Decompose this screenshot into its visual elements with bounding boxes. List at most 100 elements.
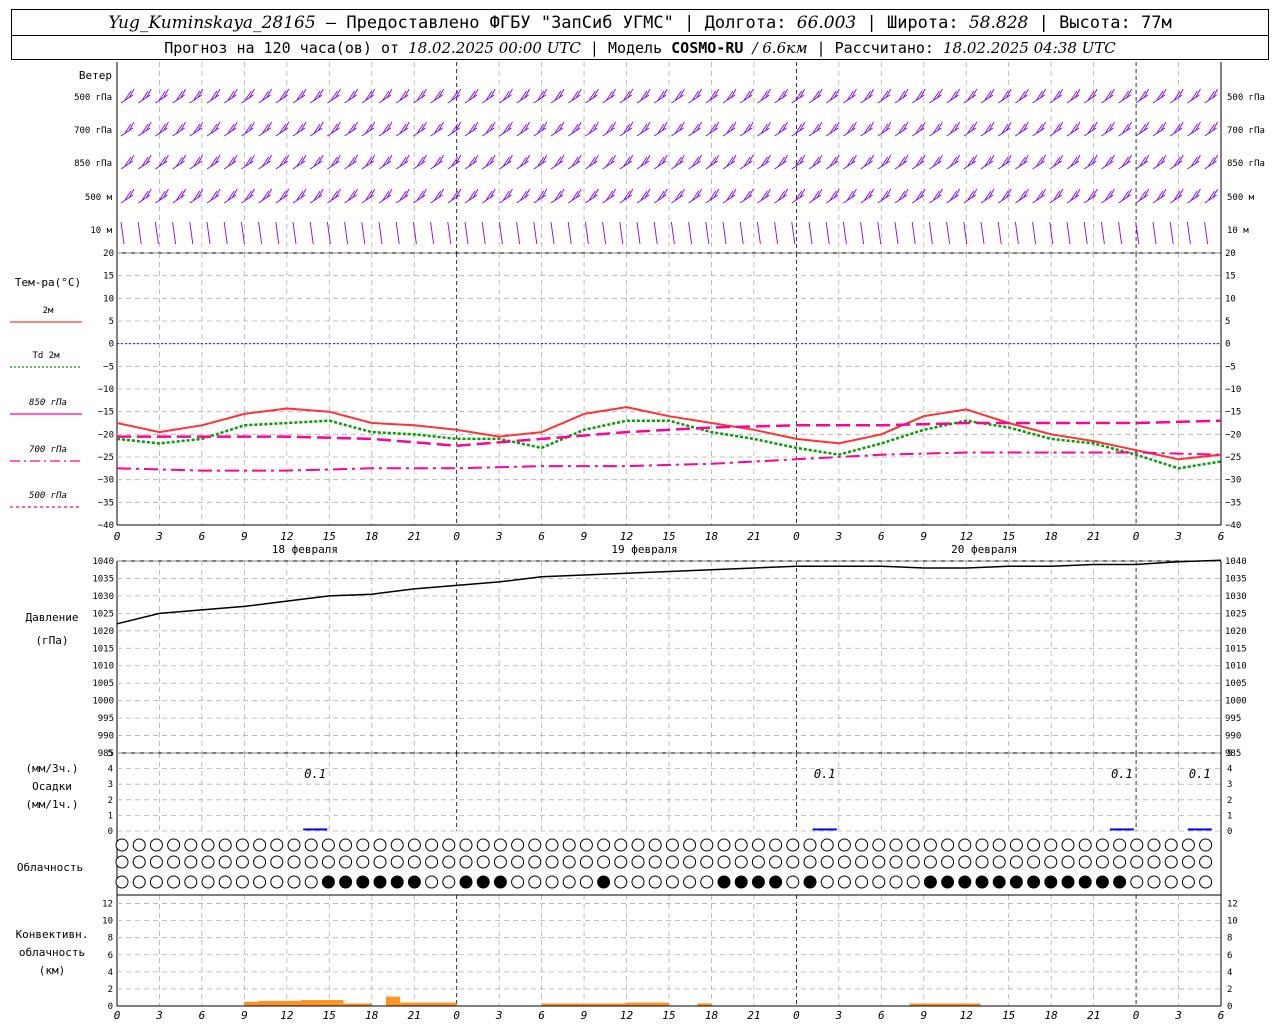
temp-ytick-right: −5 xyxy=(1225,362,1236,372)
wind-barb xyxy=(602,221,607,245)
precip-bar xyxy=(303,828,328,831)
precip-ytick-left: 0 xyxy=(108,827,113,837)
temp-xtick-label: 18 xyxy=(1045,530,1059,543)
cloud-cover-symbol xyxy=(235,875,249,889)
temp-ytick-left: 0 xyxy=(109,340,114,350)
wind-barb xyxy=(1169,221,1174,245)
wind-barb xyxy=(326,221,331,245)
convective-ytick-right: 4 xyxy=(1227,968,1232,978)
temp-ytick-left: −35 xyxy=(98,498,114,508)
cloud-cover-symbol xyxy=(1095,838,1109,852)
cloud-cover-symbol xyxy=(459,855,473,869)
cloud-cover-symbol xyxy=(425,875,439,889)
wind-barb xyxy=(447,221,452,245)
cloud-cover-symbol xyxy=(1061,855,1075,869)
temperature-legend-label: Td 2м xyxy=(32,351,60,361)
cloud-cover-symbol xyxy=(1044,855,1058,869)
cloud-cover-symbol xyxy=(769,875,783,889)
cloud-cover-symbol xyxy=(167,855,181,869)
temp-ytick-left: −20 xyxy=(98,430,114,440)
cloud-cover-symbol xyxy=(631,838,645,852)
cloud-cover-symbol xyxy=(855,838,869,852)
cloud-cover-symbol xyxy=(597,875,611,889)
temperature-title: Тем-ра(°C) xyxy=(15,276,81,289)
bottom-xtick-label: 15 xyxy=(662,1009,675,1022)
precip-ytick-left: 1 xyxy=(108,811,113,821)
wind-barb xyxy=(137,221,142,245)
temp-ytick-left: −10 xyxy=(98,385,114,395)
cloud-cover-symbol xyxy=(923,875,937,889)
temp-xtick-label: 21 xyxy=(747,530,760,543)
wind-barb xyxy=(1204,221,1209,245)
convective-ytick-left: 6 xyxy=(108,951,113,961)
pressure-ytick-left: 1030 xyxy=(92,592,114,602)
temp-xtick-label: 6 xyxy=(1218,530,1225,543)
wind-level-label-left: 10 м xyxy=(90,226,112,236)
convective-title-line: (км) xyxy=(39,964,66,977)
cloud-cover-symbol xyxy=(373,838,387,852)
cloud-cover-symbol xyxy=(614,838,628,852)
wind-barb xyxy=(756,221,761,245)
cloud-cover-symbol xyxy=(700,855,714,869)
convective-ytick-right: 2 xyxy=(1227,985,1232,995)
temp-ytick-left: −30 xyxy=(98,476,114,486)
temp-ytick-left: 15 xyxy=(103,272,114,282)
pressure-ytick-right: 1040 xyxy=(1225,557,1247,567)
bottom-xtick-label: 18 xyxy=(705,1009,719,1022)
bottom-xtick-label: 3 xyxy=(495,1009,503,1022)
precip-value-label: 0.1 xyxy=(814,767,836,781)
precip-bar xyxy=(812,828,837,831)
cloud-cover-symbol xyxy=(820,855,834,869)
wind-barb xyxy=(705,221,710,245)
pressure-ytick-right: 990 xyxy=(1225,732,1241,742)
cloud-cover-symbol xyxy=(459,875,473,889)
wind-barb xyxy=(154,221,159,245)
wind-barb xyxy=(464,221,469,245)
precip-ytick-right: 5 xyxy=(1227,749,1232,759)
cloud-cover-symbol xyxy=(425,838,439,852)
wind-barb xyxy=(877,221,882,245)
wind-barb xyxy=(894,221,899,245)
temp-ytick-right: −10 xyxy=(1225,385,1241,395)
cloud-cover-symbol xyxy=(339,838,353,852)
cloud-cover-symbol xyxy=(253,875,267,889)
wind-barb xyxy=(791,221,796,245)
wind-level-label-right: 500 м xyxy=(1227,193,1255,203)
cloud-cover-symbol xyxy=(476,875,490,889)
precip-ytick-right: 2 xyxy=(1227,796,1232,806)
cloud-cover-symbol xyxy=(683,838,697,852)
cloud-cover-symbol xyxy=(149,855,163,869)
temp-xtick-label: 0 xyxy=(453,530,460,543)
bottom-xtick-label: 9 xyxy=(581,1009,588,1022)
cloud-cover-symbol xyxy=(442,875,456,889)
cloud-cover-symbol xyxy=(1199,855,1213,869)
bottom-xtick-label: 3 xyxy=(1174,1009,1182,1022)
temp-xtick-label: 6 xyxy=(199,530,206,543)
temp-xtick-label: 12 xyxy=(280,530,294,543)
cloud-cover-symbol xyxy=(184,855,198,869)
cloud-cover-symbol xyxy=(631,855,645,869)
cloud-cover-symbol xyxy=(287,875,301,889)
cloud-cover-symbol xyxy=(493,855,507,869)
bottom-xtick-label: 0 xyxy=(114,1009,121,1022)
wind-barb xyxy=(842,221,847,245)
precip-value-label: 0.1 xyxy=(1111,767,1133,781)
cloud-cover-symbol xyxy=(528,875,542,889)
precip-bar xyxy=(1109,828,1134,831)
temperature-legend-label: 2м xyxy=(43,306,54,316)
temp-ytick-right: −30 xyxy=(1225,476,1241,486)
cloud-cover-symbol xyxy=(1164,855,1178,869)
cloud-cover-symbol xyxy=(287,855,301,869)
cloud-cover-symbol xyxy=(167,838,181,852)
cloud-cover-symbol xyxy=(906,838,920,852)
cloud-cover-symbol xyxy=(837,875,851,889)
pressure-ytick-left: 1005 xyxy=(92,679,114,689)
temp-xtick-label: 3 xyxy=(1174,530,1182,543)
wind-barb xyxy=(292,221,297,245)
bottom-xtick-label: 3 xyxy=(155,1009,163,1022)
cloud-cover-symbol xyxy=(390,875,404,889)
temp-xtick-label: 18 xyxy=(365,530,379,543)
cloud-cover-symbol xyxy=(941,838,955,852)
pressure-ytick-right: 1000 xyxy=(1225,697,1247,707)
cloud-cover-symbol xyxy=(253,855,267,869)
